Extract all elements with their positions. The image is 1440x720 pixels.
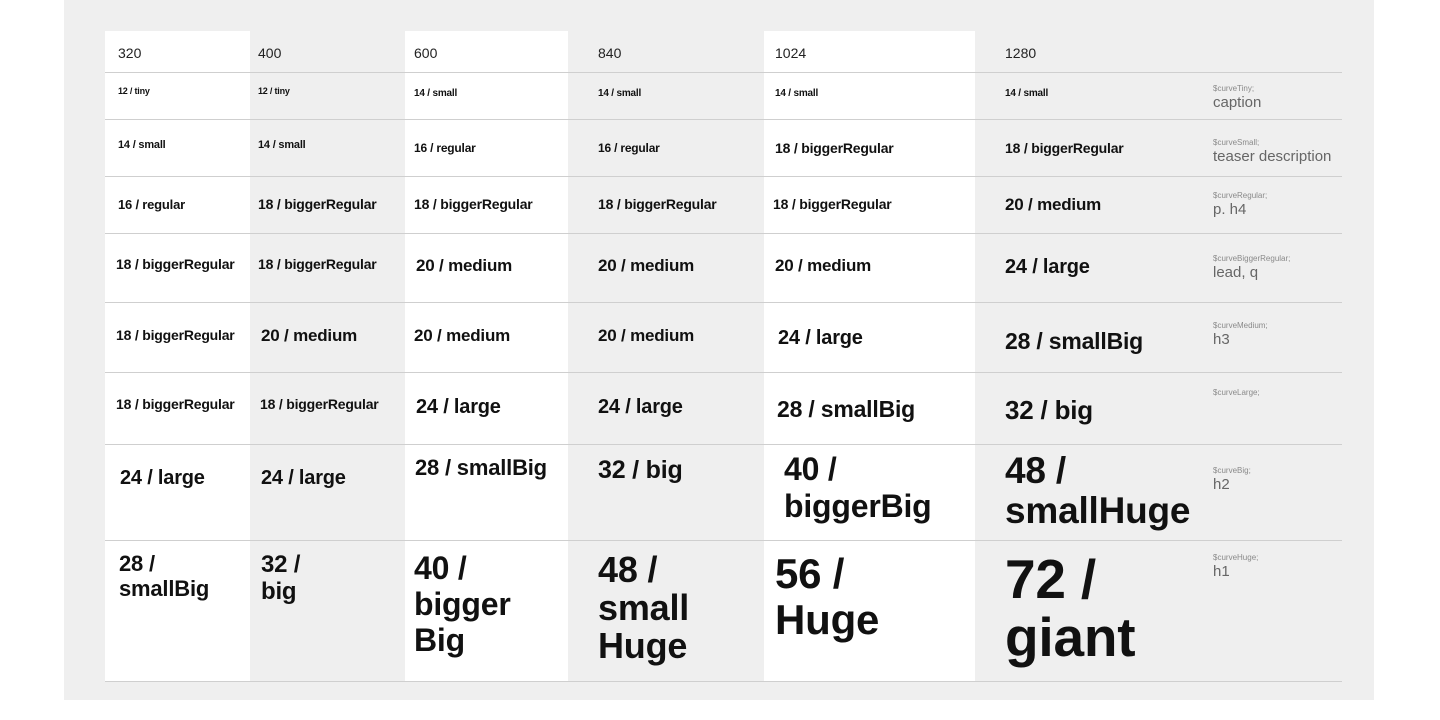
size-cell: 24 / large	[416, 396, 501, 418]
row-divider	[105, 176, 1342, 177]
usage-description: h1	[1213, 563, 1230, 580]
size-cell: 24 / large	[261, 467, 346, 489]
scss-variable: $curveTiny;	[1213, 84, 1255, 93]
row-divider	[105, 119, 1342, 120]
size-cell: 28 / smallBig	[119, 551, 210, 601]
size-cell: 24 / large	[1005, 256, 1090, 278]
breakpoint-header: 320	[118, 45, 142, 61]
breakpoint-header: 1024	[775, 45, 807, 61]
size-cell: 48 / small Huge	[598, 549, 690, 666]
size-cell: 72 / giant	[1005, 548, 1136, 668]
usage-description: lead, q	[1213, 264, 1259, 281]
size-cell: 18 / biggerRegular	[260, 396, 379, 412]
size-cell: 16 / regular	[414, 141, 476, 155]
size-cell: 32 / big	[598, 456, 683, 484]
scss-variable: $curveBig;	[1213, 466, 1251, 475]
size-cell: 20 / medium	[775, 256, 872, 275]
size-cell: 18 / biggerRegular	[414, 196, 533, 212]
usage-note: $curveTiny; caption	[1213, 84, 1261, 112]
usage-description: p. h4	[1213, 201, 1247, 218]
usage-note: $curveMedium; h3	[1213, 321, 1268, 349]
size-cell: 18 / biggerRegular	[116, 256, 235, 272]
size-cell: 14 / small	[775, 88, 819, 99]
usage-note: $curveRegular; p. h4	[1213, 191, 1267, 219]
row-divider	[105, 681, 1342, 682]
size-cell: 18 / biggerRegular	[258, 196, 377, 212]
usage-description: h3	[1213, 331, 1230, 348]
size-cell: 18 / biggerRegular	[116, 327, 235, 343]
size-cell: 12 / tiny	[258, 86, 290, 96]
usage-note: $curveBiggerRegular; lead, q	[1213, 254, 1290, 282]
breakpoint-header: 600	[414, 45, 438, 61]
size-cell: 20 / medium	[598, 256, 695, 275]
scss-variable: $curveSmall;	[1213, 138, 1260, 147]
scss-variable: $curveMedium;	[1213, 321, 1268, 330]
size-cell: 28 / smallBig	[415, 455, 547, 480]
size-cell: 18 / biggerRegular	[258, 256, 377, 272]
row-divider	[105, 444, 1342, 445]
size-cell: 14 / small	[258, 139, 306, 151]
size-cell: 16 / regular	[118, 197, 185, 212]
size-cell: 14 / small	[598, 88, 642, 99]
usage-description: caption	[1213, 94, 1262, 111]
size-cell: 14 / small	[1005, 88, 1049, 99]
usage-note: $curveSmall; teaser description	[1213, 138, 1331, 166]
size-cell: 24 / large	[120, 467, 205, 489]
size-cell: 14 / small	[414, 88, 458, 99]
size-cell: 32 / big	[261, 551, 301, 605]
breakpoint-header: 1280	[1005, 45, 1037, 61]
usage-note: $curveHuge; h1	[1213, 553, 1258, 581]
row-divider	[105, 540, 1342, 541]
size-cell: 20 / medium	[414, 326, 511, 345]
size-cell: 18 / biggerRegular	[116, 396, 235, 412]
size-cell: 20 / medium	[261, 326, 358, 345]
row-divider	[105, 233, 1342, 234]
row-divider	[105, 372, 1342, 373]
size-cell: 40 / bigger Big	[414, 550, 511, 658]
row-divider	[105, 72, 1342, 73]
size-cell: 24 / large	[778, 327, 863, 349]
breakpoint-header: 400	[258, 45, 282, 61]
usage-description: h2	[1213, 476, 1230, 493]
size-cell: 48 / smallHuge	[1005, 450, 1191, 531]
breakpoint-header: 840	[598, 45, 622, 61]
size-cell: 28 / smallBig	[777, 396, 916, 422]
size-cell: 28 / smallBig	[1005, 328, 1144, 354]
size-cell: 56 / Huge	[775, 550, 880, 643]
scss-variable: $curveRegular;	[1213, 191, 1268, 200]
usage-note: $curveBig; h2	[1213, 466, 1251, 494]
size-cell: 18 / biggerRegular	[598, 196, 717, 212]
size-cell: 18 / biggerRegular	[775, 140, 894, 156]
size-cell: 24 / large	[598, 396, 683, 418]
size-cell: 14 / small	[118, 139, 166, 151]
size-cell: 20 / medium	[598, 326, 695, 345]
size-cell: 18 / biggerRegular	[773, 196, 892, 212]
size-cell: 40 / biggerBig	[784, 451, 932, 524]
size-cell: 12 / tiny	[118, 86, 150, 96]
size-cell: 32 / big	[1005, 395, 1093, 425]
scss-variable: $curveLarge;	[1213, 388, 1260, 397]
size-cell: 20 / medium	[416, 256, 513, 275]
size-cell: 18 / biggerRegular	[1005, 140, 1124, 156]
row-divider	[105, 302, 1342, 303]
scss-variable: $curveBiggerRegular;	[1213, 254, 1291, 263]
usage-note: $curveLarge;	[1213, 388, 1260, 398]
usage-description: teaser description	[1213, 148, 1332, 165]
size-cell: 16 / regular	[598, 141, 660, 155]
scss-variable: $curveHuge;	[1213, 553, 1259, 562]
size-cell: 20 / medium	[1005, 195, 1102, 214]
